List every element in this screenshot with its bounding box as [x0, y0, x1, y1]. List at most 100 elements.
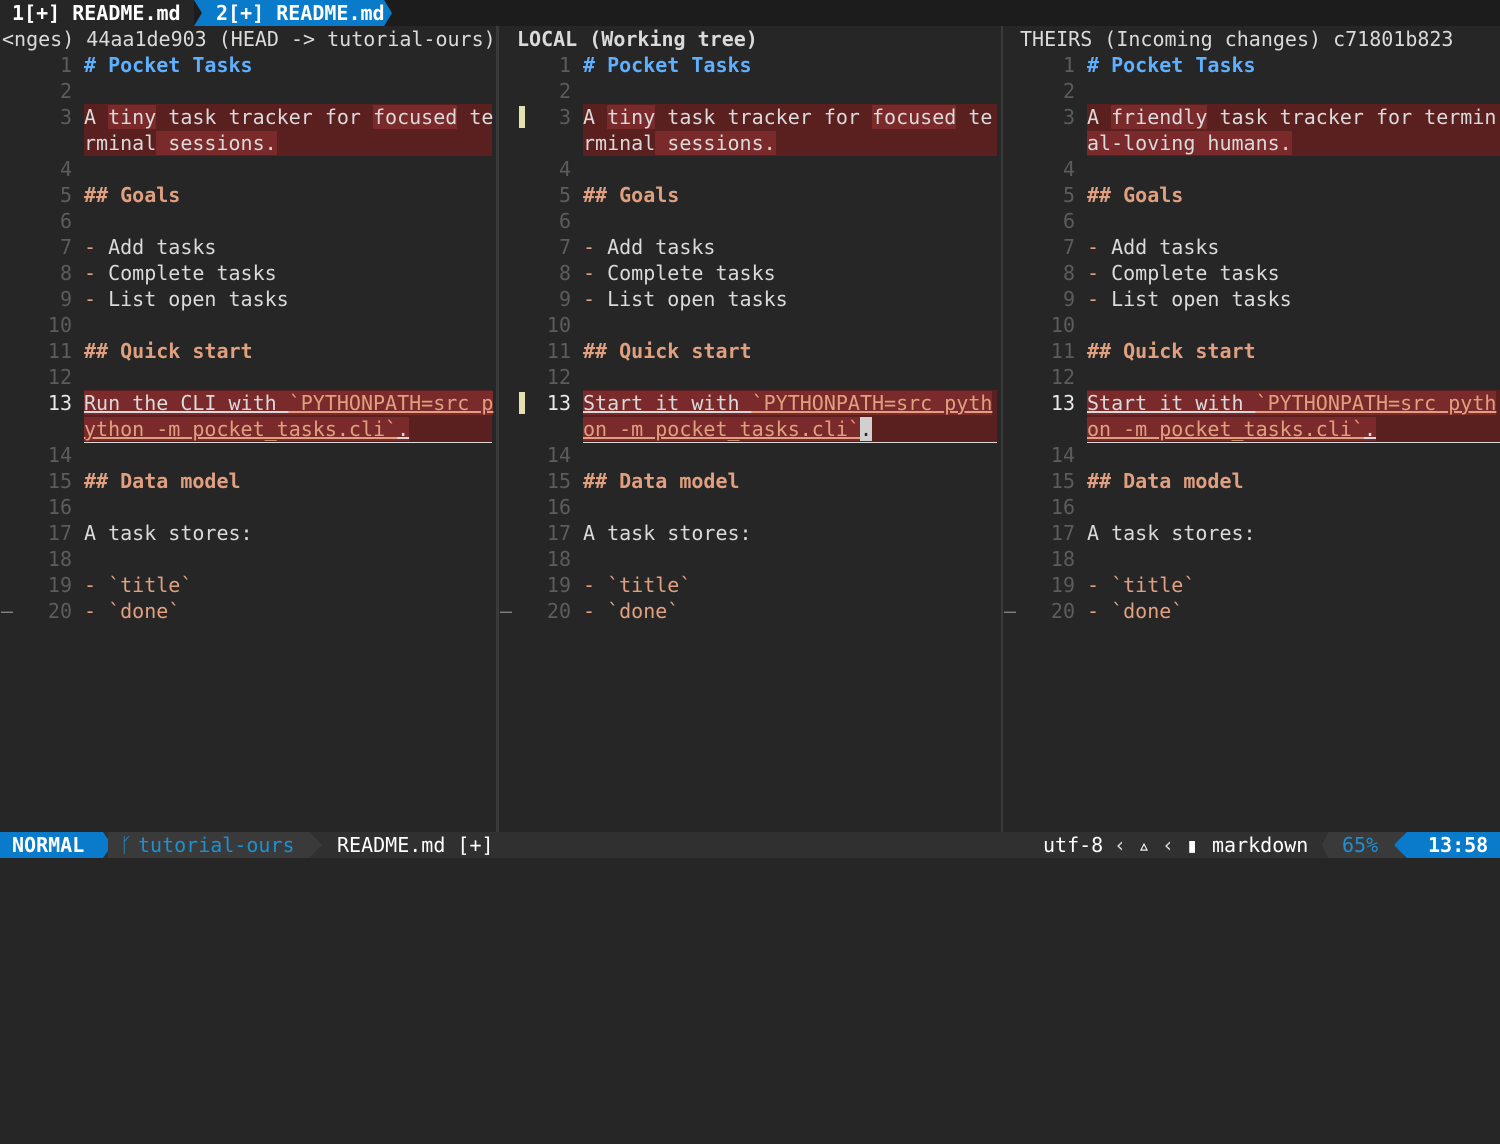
base-pane[interactable]: <nges) 44aa1de903 (HEAD -> tutorial-ours…: [0, 26, 496, 832]
line-number: 20: [1050, 599, 1075, 623]
line-9: 9 - List open tasks: [499, 286, 1001, 312]
change-sign: [519, 106, 525, 128]
line-6: 6: [0, 208, 496, 234]
list-item: - `done`: [583, 599, 680, 623]
line-18: 18: [0, 546, 496, 572]
line-number: 17: [47, 521, 72, 545]
local-pane[interactable]: LOCAL (Working tree) 1 # Pocket Tasks 2 3…: [499, 26, 1001, 832]
line-18: 18: [1003, 546, 1500, 572]
diff-text-wrap: on -m pocket_tasks.cli`.: [1087, 417, 1376, 441]
line-16: 16: [499, 494, 1001, 520]
base-pane-header: <nges) 44aa1de903 (HEAD -> tutorial-ours…: [2, 27, 496, 51]
git-branch-icon: ᚴ: [120, 833, 132, 857]
mode-indicator: NORMAL: [0, 832, 112, 858]
line-number: 14: [546, 443, 571, 467]
change-sign: [519, 392, 525, 414]
list-item: - `done`: [84, 599, 181, 623]
list-item: - `title`: [583, 573, 692, 597]
line-16: 16: [1003, 494, 1500, 520]
line-7: 7 - Add tasks: [499, 234, 1001, 260]
line-19: 19 - `title`: [0, 572, 496, 598]
local-pane-header: LOCAL (Working tree): [517, 27, 758, 51]
list-item: - Add tasks: [84, 235, 217, 259]
line-13-wrap: ython -m pocket_tasks.cli`.: [0, 416, 496, 443]
list-item: - Add tasks: [583, 235, 716, 259]
command-line[interactable]: [0, 858, 1500, 885]
heading-quick-start: ## Quick start: [583, 339, 752, 363]
scroll-percent: 65%: [1322, 832, 1404, 858]
line-number: 3: [558, 105, 571, 129]
file-name: README.md [+]: [337, 833, 494, 857]
list-item: - List open tasks: [583, 287, 788, 311]
heading-pocket-tasks: # Pocket Tasks: [583, 53, 752, 77]
line-3-wrap: rminal sessions.: [499, 130, 1001, 156]
line-number: 14: [1050, 443, 1075, 467]
line-number: 18: [47, 547, 72, 571]
line-number: 8: [1062, 261, 1075, 285]
diff-text: Start it with `PYTHONPATH=src pyth: [1087, 391, 1497, 415]
line-1: 1 # Pocket Tasks: [1003, 52, 1500, 78]
line-number: 16: [546, 495, 571, 519]
list-item: - `title`: [1087, 573, 1196, 597]
line-number: 18: [1050, 547, 1075, 571]
line-number-current: 13: [47, 391, 72, 415]
line-number: 8: [59, 261, 72, 285]
line-number: 11: [546, 339, 571, 363]
heading-quick-start: ## Quick start: [1087, 339, 1256, 363]
file-encoding: utf-8: [1043, 833, 1104, 857]
line-5: 5 ## Goals: [499, 182, 1001, 208]
diff-text: A friendly task tracker for termin: [1087, 105, 1497, 129]
line-11: 11 ## Quick start: [1003, 338, 1500, 364]
paragraph: A task stores:: [84, 521, 253, 545]
heading-data-model: ## Data model: [84, 469, 241, 493]
line-number: 1: [558, 53, 571, 77]
line-19: 19 - `title`: [499, 572, 1001, 598]
line-9: 9 - List open tasks: [0, 286, 496, 312]
line-3: 3 A tiny task tracker for focused te: [499, 104, 1001, 130]
line-number: 14: [47, 443, 72, 467]
heading-data-model: ## Data model: [583, 469, 740, 493]
heading-goals: ## Goals: [1087, 183, 1184, 207]
heading-pocket-tasks: # Pocket Tasks: [1087, 53, 1256, 77]
line-number: 15: [546, 469, 571, 493]
file-icon: ▮: [1186, 833, 1199, 857]
line-number: 6: [59, 209, 72, 233]
line-number: 5: [1062, 183, 1075, 207]
line-number: 16: [1050, 495, 1075, 519]
line-number: 19: [546, 573, 571, 597]
tab-2-readme[interactable]: 2[+] README.md: [194, 0, 392, 26]
statusline: NORMAL ᚴ tutorial-ours README.md [+] utf-…: [0, 832, 1500, 858]
diff-text: Start it with `PYTHONPATH=src pyth: [583, 391, 993, 415]
heading-pocket-tasks: # Pocket Tasks: [84, 53, 253, 77]
tab-1-readme[interactable]: 1[+] README.md: [0, 0, 194, 26]
line-12: 12: [0, 364, 496, 390]
line-number: 12: [47, 365, 72, 389]
theirs-pane[interactable]: THEIRS (Incoming changes) c71801b823 1 # …: [1003, 26, 1500, 832]
line-number: 2: [59, 79, 72, 103]
line-17: 17 A task stores:: [1003, 520, 1500, 546]
line-12: 12: [1003, 364, 1500, 390]
line-number: 1: [59, 53, 72, 77]
list-item: - Complete tasks: [583, 261, 776, 285]
fold-sign: –: [1003, 599, 1017, 623]
diff-text: A tiny task tracker for focused te: [84, 105, 494, 129]
heading-data-model: ## Data model: [1087, 469, 1244, 493]
line-3-wrap: al-loving humans.: [1003, 130, 1500, 156]
fold-sign: –: [0, 599, 14, 623]
list-item: - `title`: [84, 573, 193, 597]
list-item: - List open tasks: [1087, 287, 1292, 311]
diff-text: A tiny task tracker for focused te: [583, 105, 993, 129]
list-item: - Complete tasks: [84, 261, 277, 285]
line-14: 14: [1003, 442, 1500, 468]
line-number: 1: [1062, 53, 1075, 77]
line-number: 6: [558, 209, 571, 233]
line-number: 15: [47, 469, 72, 493]
line-number: 6: [1062, 209, 1075, 233]
separator-icon: ‹: [1114, 833, 1127, 857]
line-20: – 20 - `done`: [0, 598, 496, 624]
line-number: 4: [1062, 157, 1075, 181]
line-15: 15 ## Data model: [0, 468, 496, 494]
line-3: 3 A tiny task tracker for focused te: [0, 104, 496, 130]
line-19: 19 - `title`: [1003, 572, 1500, 598]
list-item: - Complete tasks: [1087, 261, 1280, 285]
